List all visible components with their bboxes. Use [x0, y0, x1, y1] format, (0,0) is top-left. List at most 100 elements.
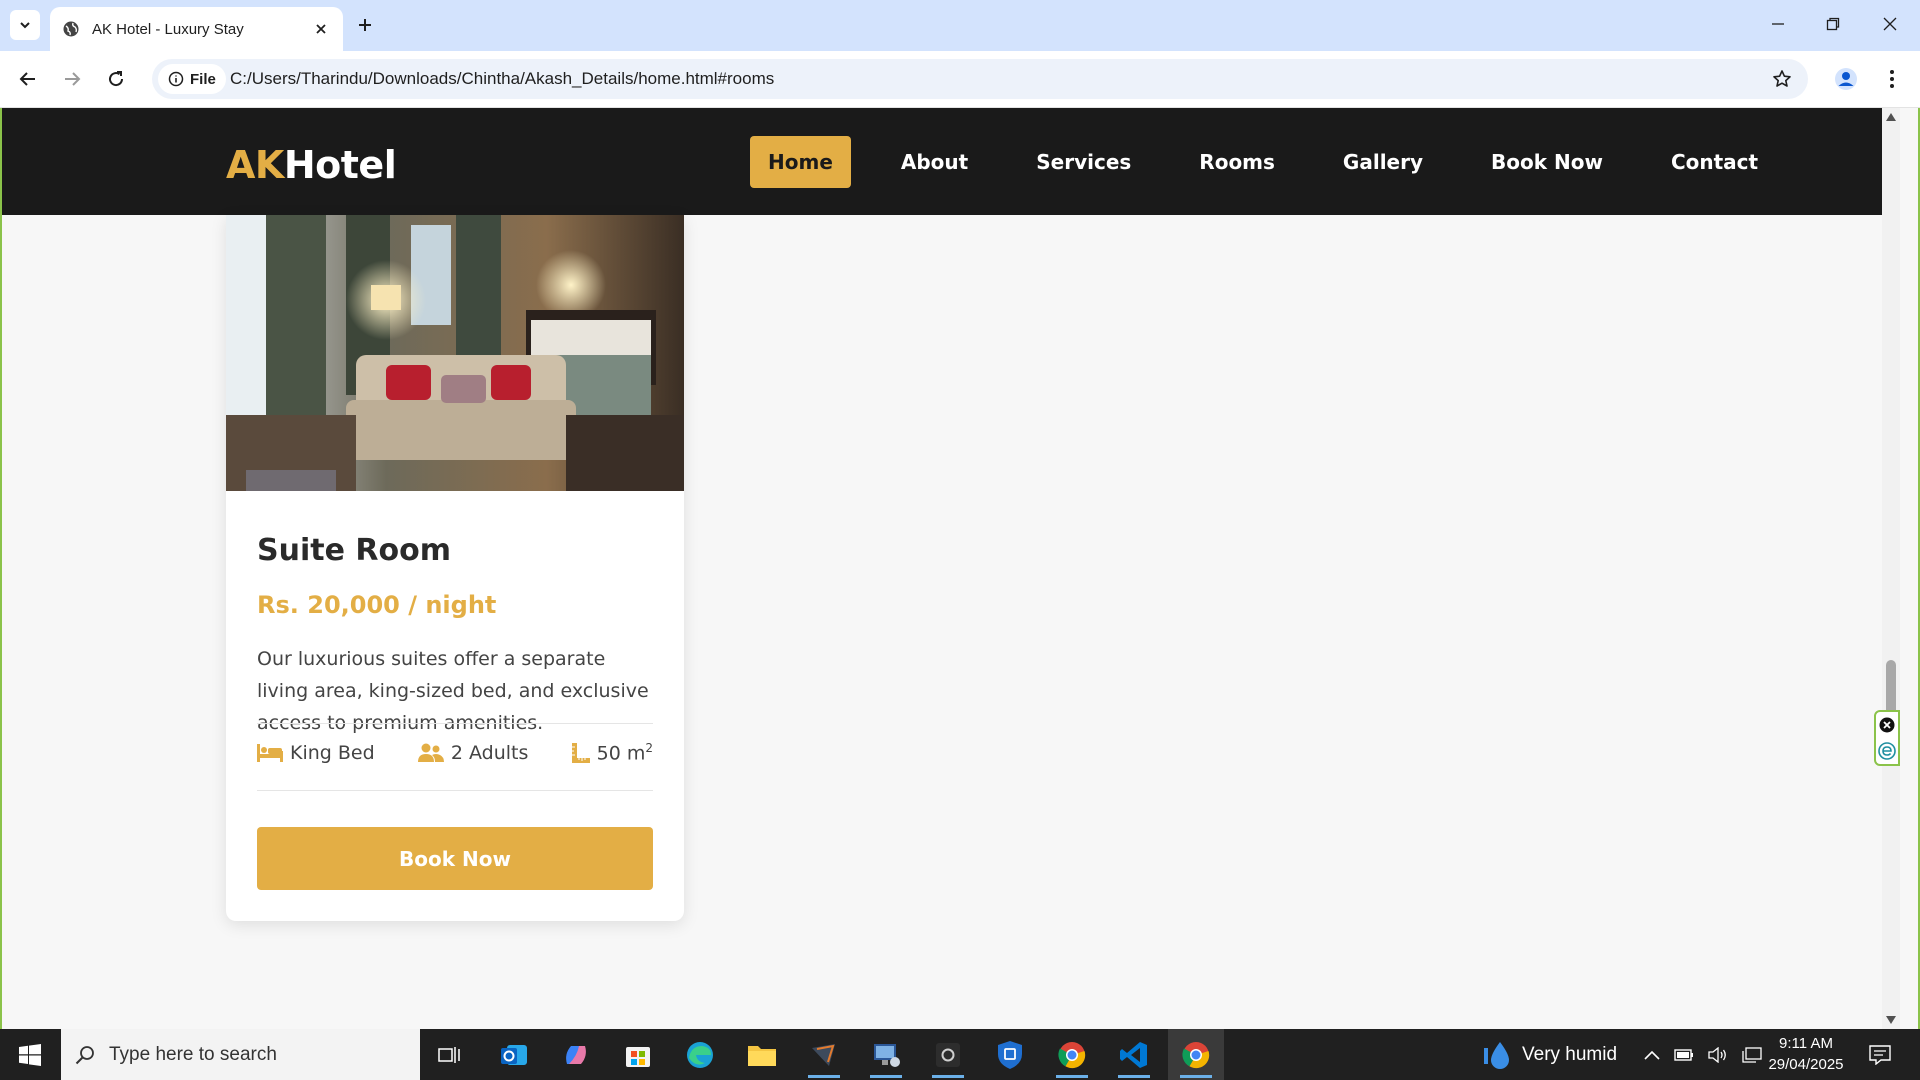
edge-icon — [687, 1041, 713, 1068]
task-view-icon — [438, 1046, 460, 1063]
taskbar-outlook[interactable] — [486, 1029, 542, 1080]
taskbar-store[interactable] — [610, 1029, 666, 1080]
taskbar-clock[interactable]: 9:11 AM 29/04/2025 — [1760, 1033, 1852, 1075]
room-features: King Bed 2 Adults 50 m2 — [257, 737, 653, 769]
nav-about[interactable]: About — [883, 136, 986, 188]
minimize-icon — [1772, 23, 1784, 25]
taskbar-remote-desktop[interactable] — [858, 1029, 914, 1080]
browser-menu-button[interactable] — [1880, 63, 1904, 95]
feature-guests-label: 2 Adults — [450, 742, 529, 764]
feature-guests: 2 Adults — [417, 742, 529, 764]
browser-tab-active[interactable]: AK Hotel - Luxury Stay — [50, 7, 343, 51]
remote-desktop-icon — [874, 1043, 900, 1067]
site-info-label: File — [190, 70, 216, 88]
app-o-icon — [936, 1042, 960, 1067]
tab-search-button[interactable] — [10, 10, 40, 40]
taskbar-obs[interactable] — [920, 1029, 976, 1080]
notification-center-button[interactable] — [1852, 1029, 1908, 1080]
pen-app-icon — [812, 1043, 835, 1066]
taskbar-defender[interactable] — [982, 1029, 1038, 1080]
weather-widget[interactable]: Very humid — [1484, 1029, 1617, 1080]
search-placeholder: Type here to search — [109, 1043, 277, 1065]
taskbar-app-editor[interactable] — [796, 1029, 852, 1080]
back-button[interactable] — [12, 63, 44, 95]
scroll-up-arrow[interactable] — [1886, 112, 1896, 122]
bed-icon — [257, 744, 283, 762]
address-bar[interactable]: File C:/Users/Tharindu/Downloads/Chintha… — [152, 59, 1808, 99]
volume-icon[interactable] — [1708, 1046, 1728, 1063]
close-icon — [1883, 17, 1897, 31]
triangle-down-icon — [1886, 1016, 1896, 1024]
minimize-button[interactable] — [1758, 8, 1798, 40]
nav-contact[interactable]: Contact — [1653, 136, 1776, 188]
room-description: Our luxurious suites offer a separate li… — [257, 648, 649, 734]
start-button[interactable] — [0, 1029, 60, 1080]
chrome-icon — [1058, 1041, 1086, 1068]
clock-time: 9:11 AM — [1779, 1035, 1833, 1052]
tab-close-icon[interactable] — [311, 19, 331, 39]
system-tray-icons — [1644, 1029, 1762, 1080]
chevron-up-icon[interactable] — [1644, 1050, 1660, 1060]
windows-taskbar: Type here to search Very humid 9:11 AM 2… — [0, 1029, 1920, 1080]
info-icon — [168, 71, 184, 87]
site-header: AKHotel Home About Services Rooms Galler… — [2, 108, 1900, 215]
nav-book-now[interactable]: Book Now — [1473, 136, 1621, 188]
task-view-button[interactable] — [422, 1029, 478, 1080]
taskbar-vscode[interactable] — [1106, 1029, 1162, 1080]
restore-icon — [1826, 17, 1840, 31]
weather-text: Very humid — [1522, 1043, 1618, 1065]
windows-logo-icon — [19, 1043, 41, 1066]
search-icon — [75, 1045, 94, 1064]
nav-services[interactable]: Services — [1018, 136, 1149, 188]
feature-size-label: 50 m2 — [597, 741, 653, 764]
restore-button[interactable] — [1813, 8, 1853, 40]
reload-icon — [109, 71, 124, 87]
taskbar-chrome[interactable] — [1044, 1029, 1100, 1080]
site-logo[interactable]: AKHotel — [226, 143, 397, 187]
store-icon — [626, 1046, 650, 1067]
forward-button[interactable] — [56, 63, 88, 95]
card-divider — [257, 790, 653, 791]
nav-rooms[interactable]: Rooms — [1181, 136, 1293, 188]
close-window-button[interactable] — [1870, 8, 1910, 40]
tab-title: AK Hotel - Luxury Stay — [92, 20, 244, 38]
room-price: Rs. 20,000 / night — [257, 591, 497, 619]
new-tab-button[interactable] — [352, 12, 378, 38]
room-title: Suite Room — [257, 533, 451, 568]
more-vertical-icon — [1890, 70, 1894, 88]
book-now-button[interactable]: Book Now — [257, 827, 653, 890]
profile-button[interactable] — [1830, 63, 1862, 95]
taskbar-search-box[interactable]: Type here to search — [61, 1029, 420, 1080]
bookmark-button[interactable] — [1770, 67, 1794, 91]
url-text[interactable]: C:/Users/Tharindu/Downloads/Chintha/Akas… — [230, 69, 774, 89]
folder-icon — [748, 1045, 776, 1066]
main-nav: Home About Services Rooms Gallery Book N… — [750, 136, 1776, 188]
plus-icon — [359, 19, 371, 31]
scroll-down-arrow[interactable] — [1886, 1015, 1896, 1025]
battery-icon[interactable] — [1674, 1048, 1694, 1061]
users-icon — [417, 743, 444, 762]
reload-button[interactable] — [100, 63, 132, 95]
extension-widget[interactable] — [1874, 710, 1900, 766]
browser-toolbar: File C:/Users/Tharindu/Downloads/Chintha… — [0, 51, 1920, 108]
humidity-drop-icon — [1484, 1041, 1509, 1069]
profile-avatar-icon — [1835, 68, 1857, 90]
feature-size-unit: 2 — [645, 741, 653, 756]
taskbar-file-explorer[interactable] — [734, 1029, 790, 1080]
nav-gallery[interactable]: Gallery — [1325, 136, 1441, 188]
nav-home[interactable]: Home — [750, 136, 851, 188]
tab-bar: AK Hotel - Luxury Stay — [0, 0, 1920, 51]
clock-date: 29/04/2025 — [1768, 1056, 1844, 1073]
page-scrollbar[interactable] — [1882, 108, 1900, 1029]
site-info-chip[interactable]: File — [158, 64, 226, 94]
taskbar-chrome-active[interactable] — [1168, 1029, 1224, 1080]
taskbar-edge[interactable] — [672, 1029, 728, 1080]
card-divider — [257, 723, 653, 724]
feature-bed: King Bed — [257, 742, 375, 764]
taskbar-copilot[interactable] — [548, 1029, 604, 1080]
extension-e-icon[interactable] — [1878, 741, 1896, 760]
copilot-icon — [566, 1045, 586, 1064]
feature-size: 50 m2 — [571, 741, 653, 765]
close-circle-icon[interactable] — [1879, 717, 1895, 733]
network-icon[interactable] — [1742, 1046, 1762, 1063]
